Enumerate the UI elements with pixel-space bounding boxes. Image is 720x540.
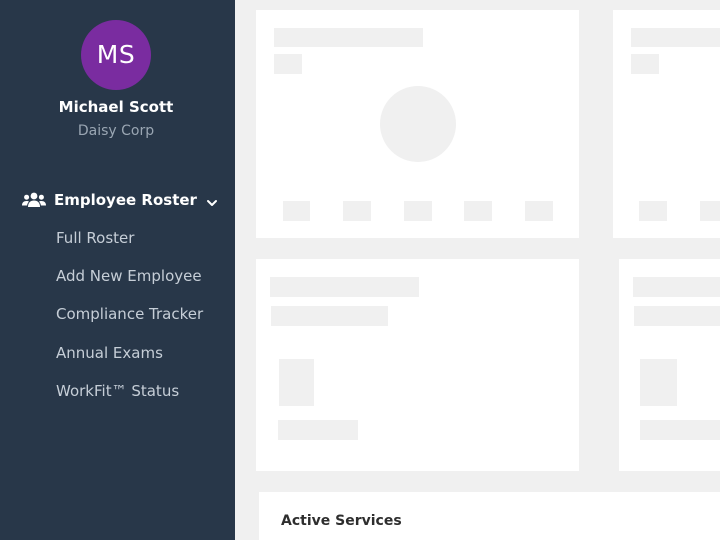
skeleton-caption [278, 420, 358, 440]
avatar[interactable]: MS [81, 20, 151, 90]
app-root: MS Michael Scott Daisy Corp Employee Ros… [0, 0, 720, 540]
skeleton-title [631, 28, 720, 47]
skeleton-legend-item [464, 201, 492, 221]
skeleton-legend-item [700, 201, 720, 221]
nav-group-label: Employee Roster [54, 191, 197, 209]
skeleton-legend-item [639, 201, 667, 221]
skeleton-donut [380, 86, 456, 162]
chevron-down-icon[interactable] [206, 194, 218, 206]
skeleton-subtitle [271, 306, 388, 326]
active-services-title: Active Services [281, 513, 402, 529]
skeleton-legend-item [283, 201, 310, 221]
skeleton-value [631, 54, 659, 74]
user-name: Michael Scott [58, 98, 174, 116]
skeleton-card-stat-right [619, 259, 720, 471]
skeleton-card-right [613, 10, 720, 238]
sidebar: MS Michael Scott Daisy Corp Employee Ros… [0, 0, 235, 540]
skeleton-card-stat [256, 259, 579, 471]
skeleton-number [640, 359, 677, 406]
sidebar-item-full-roster[interactable]: Full Roster [56, 229, 134, 247]
skeleton-card-donut [256, 10, 579, 238]
sidebar-item-compliance-tracker[interactable]: Compliance Tracker [56, 305, 203, 323]
skeleton-caption [640, 420, 720, 440]
user-company: Daisy Corp [77, 123, 155, 139]
nav-group-employee-roster[interactable]: Employee Roster [22, 189, 222, 211]
skeleton-title [633, 277, 720, 297]
skeleton-legend-item [343, 201, 371, 221]
skeleton-title [270, 277, 419, 297]
sidebar-item-add-new-employee[interactable]: Add New Employee [56, 267, 202, 285]
users-icon [22, 192, 46, 208]
skeleton-value [274, 54, 302, 74]
skeleton-subtitle [634, 306, 720, 326]
sidebar-item-annual-exams[interactable]: Annual Exams [56, 344, 163, 362]
skeleton-legend-item [404, 201, 432, 221]
sidebar-item-workfit-status[interactable]: WorkFit™ Status [56, 382, 179, 400]
skeleton-title [274, 28, 423, 47]
skeleton-legend-item [525, 201, 553, 221]
skeleton-number [279, 359, 314, 406]
